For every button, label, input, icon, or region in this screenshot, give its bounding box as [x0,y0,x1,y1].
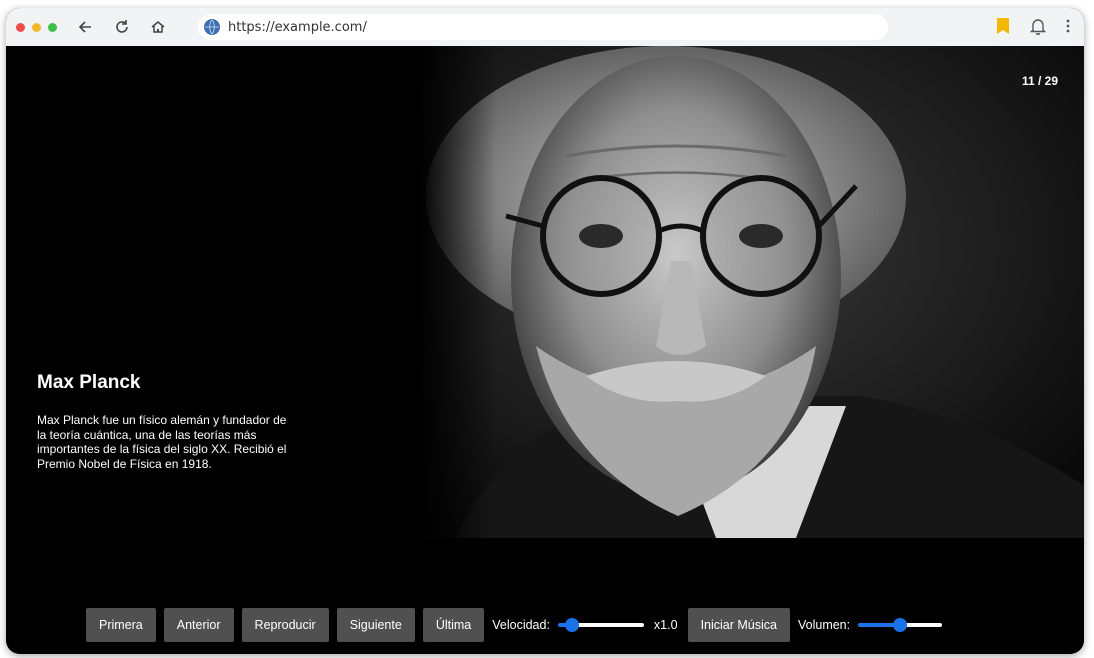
slider-thumb[interactable] [893,618,908,632]
home-icon[interactable] [147,16,169,38]
volume-slider[interactable] [858,617,943,633]
toolbar-actions [996,17,1070,40]
slide-title: Max Planck [37,372,141,393]
speed-value: x1.0 [653,618,678,632]
url-text: https://example.com/ [228,19,367,35]
first-button[interactable]: Primera [86,608,156,642]
speed-slider[interactable] [557,617,644,633]
previous-button[interactable]: Anterior [163,608,234,642]
slide-counter: 11 / 29 [1021,74,1058,88]
start-music-button[interactable]: Iniciar Música [687,608,790,642]
menu-icon[interactable] [1066,19,1070,38]
bell-icon[interactable] [1029,17,1047,40]
next-button[interactable]: Siguiente [336,608,415,642]
reload-icon[interactable] [111,16,133,38]
window-controls [16,22,57,32]
slideshow-viewer: 11 / 29 Max Planck Max Planck fue un fís… [6,46,1084,654]
slide-image [416,46,1084,538]
playback-controls: Primera Anterior Reproducir Siguiente Úl… [86,608,952,642]
volume-label: Volumen: [797,618,851,632]
play-button[interactable]: Reproducir [241,608,329,642]
close-window-button[interactable] [16,22,25,32]
bookmark-icon[interactable] [996,17,1010,40]
maximize-window-button[interactable] [48,22,57,32]
browser-toolbar: https://example.com/ [6,8,1084,46]
speed-label: Velocidad: [492,618,550,632]
minimize-window-button[interactable] [32,22,41,32]
slider-thumb[interactable] [564,618,579,632]
globe-icon [204,19,220,35]
address-bar[interactable]: https://example.com/ [198,14,888,40]
slider-track [571,623,644,627]
browser-window: https://example.com/ 11 / 29 Max Planck … [6,8,1084,654]
back-icon[interactable] [75,16,97,38]
slide-description: Max Planck fue un físico alemán y fundad… [37,413,287,471]
last-button[interactable]: Última [422,608,485,642]
